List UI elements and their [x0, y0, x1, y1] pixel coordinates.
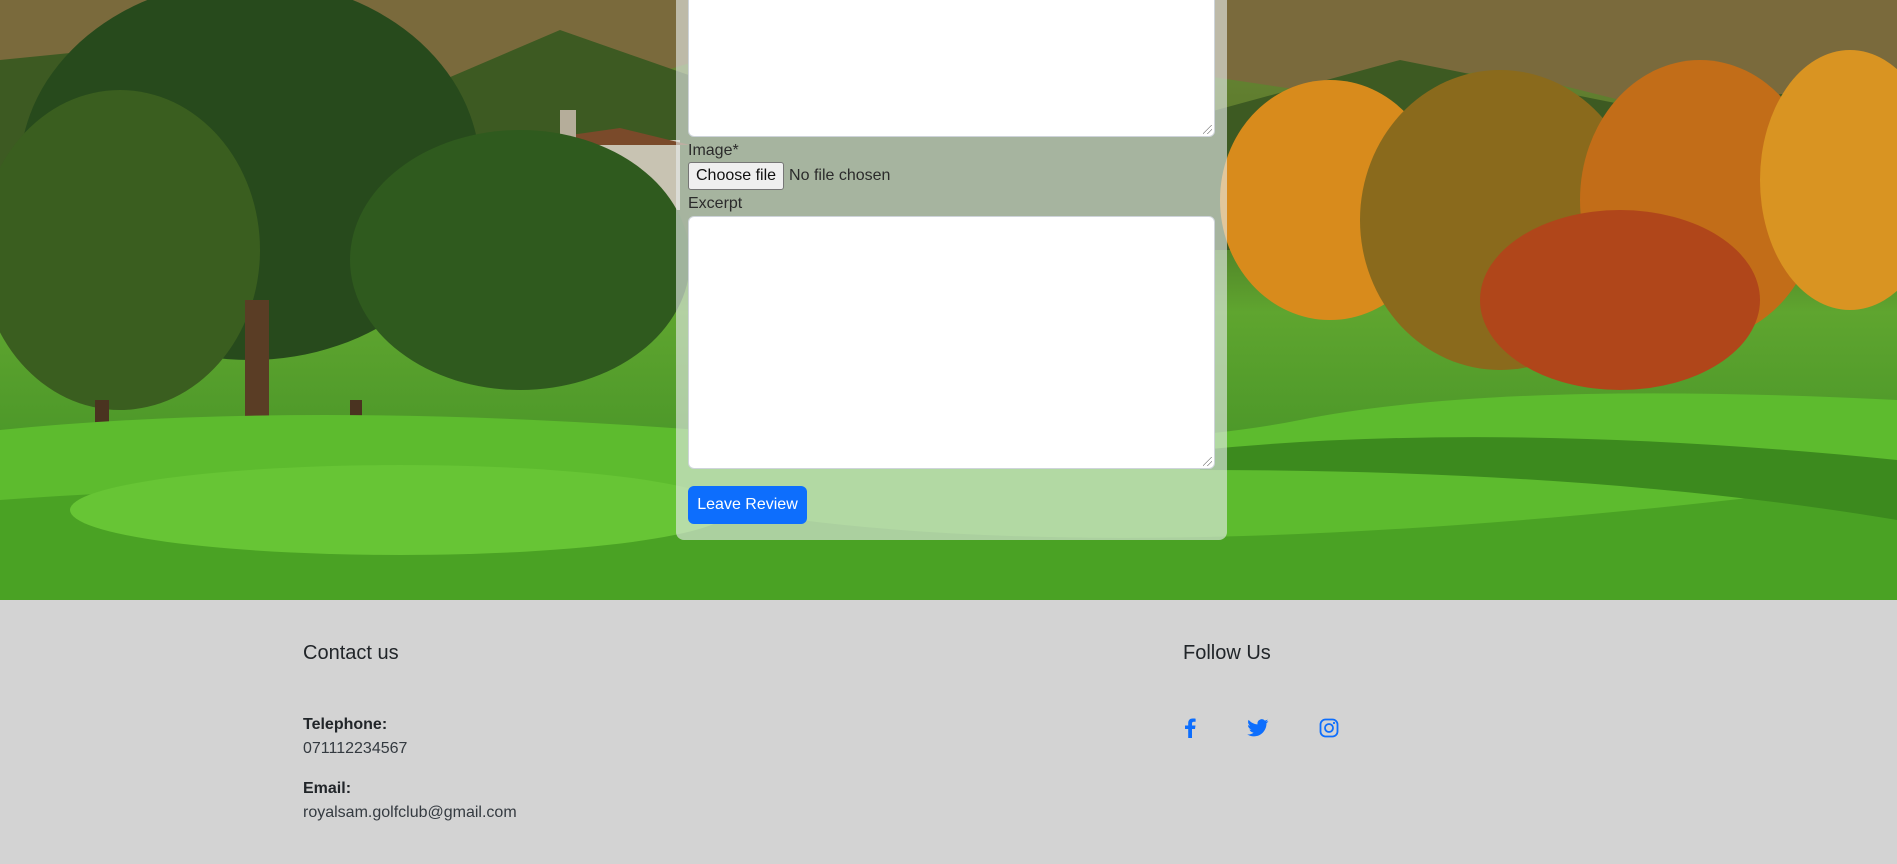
telephone-label: Telephone: — [303, 716, 388, 733]
email-label: Email: — [303, 780, 352, 797]
follow-heading: Follow Us — [1183, 642, 1271, 664]
excerpt-textarea[interactable] — [688, 216, 1215, 469]
excerpt-label: Excerpt — [688, 195, 743, 212]
choose-file-button[interactable]: Choose file — [688, 162, 785, 190]
image-label: Image* — [688, 142, 739, 159]
resize-grip-icon[interactable] — [1203, 457, 1212, 466]
image-file-input[interactable]: Choose file No file chosen — [688, 162, 890, 190]
telephone-value: 071112234567 — [303, 740, 408, 757]
instagram-icon[interactable] — [1318, 717, 1340, 739]
twitter-icon[interactable] — [1247, 717, 1269, 739]
footer: Contact us Telephone: 071112234567 Email… — [0, 600, 1897, 864]
email-value: royalsam.golfclub@gmail.com — [303, 804, 517, 821]
file-status-text: No file chosen — [789, 167, 891, 184]
leave-review-button[interactable]: Leave Review — [688, 486, 807, 524]
facebook-icon[interactable] — [1179, 717, 1201, 739]
resize-grip-icon[interactable] — [1203, 125, 1212, 134]
content-textarea[interactable] — [688, 0, 1215, 137]
contact-heading: Contact us — [303, 642, 399, 664]
